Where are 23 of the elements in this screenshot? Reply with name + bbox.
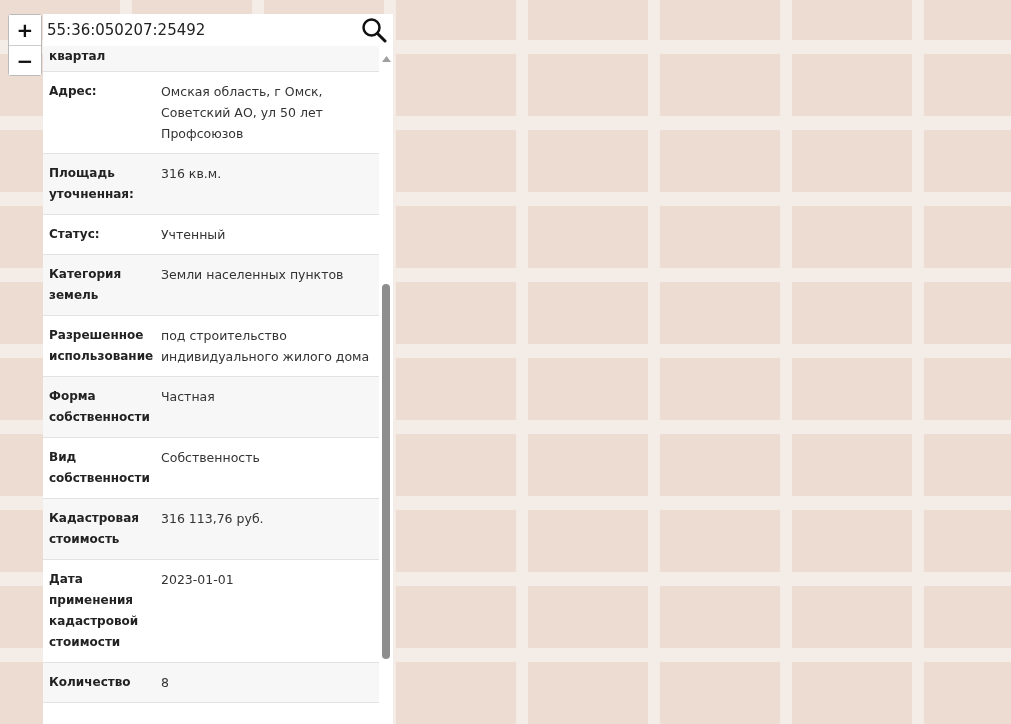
- search-field[interactable]: 55:36:050207:25492: [47, 21, 361, 39]
- field-value: Частная: [161, 388, 216, 406]
- field-value: под строительство индивидуального жилого дома: [161, 327, 371, 366]
- field-value: Собственность: [161, 449, 261, 467]
- field-label: квартал: [49, 48, 107, 65]
- field-value: 2023-01-01: [161, 571, 235, 589]
- field-label: Вид собственности: [49, 449, 151, 487]
- field-label: Количество: [49, 674, 132, 691]
- field-label: Статус:: [49, 226, 101, 243]
- field-value: Земли населенных пунктов: [161, 266, 345, 284]
- field-value: 316 кв.м.: [161, 165, 223, 183]
- field-label: Кадастровая стоимость: [49, 510, 140, 548]
- field-value: 316 113,76 руб.: [161, 510, 265, 528]
- field-label: Форма собственности: [49, 388, 151, 426]
- field-label: Площадь уточненная:: [49, 165, 135, 203]
- field-label: Дата применения кадастровой стоимости: [49, 571, 140, 651]
- field-value: 8: [161, 674, 170, 692]
- field-value: Учтенный: [161, 226, 227, 244]
- field-label: Адрес:: [49, 83, 98, 100]
- field-label: Разрешенное использование: [49, 327, 155, 365]
- field-value: Омская область, г Омск, Советский АО, ул 50 лет Профсоюзов: [161, 83, 324, 143]
- field-label: Категория земель: [49, 266, 123, 304]
- zoom-out-button[interactable]: −: [9, 45, 41, 75]
